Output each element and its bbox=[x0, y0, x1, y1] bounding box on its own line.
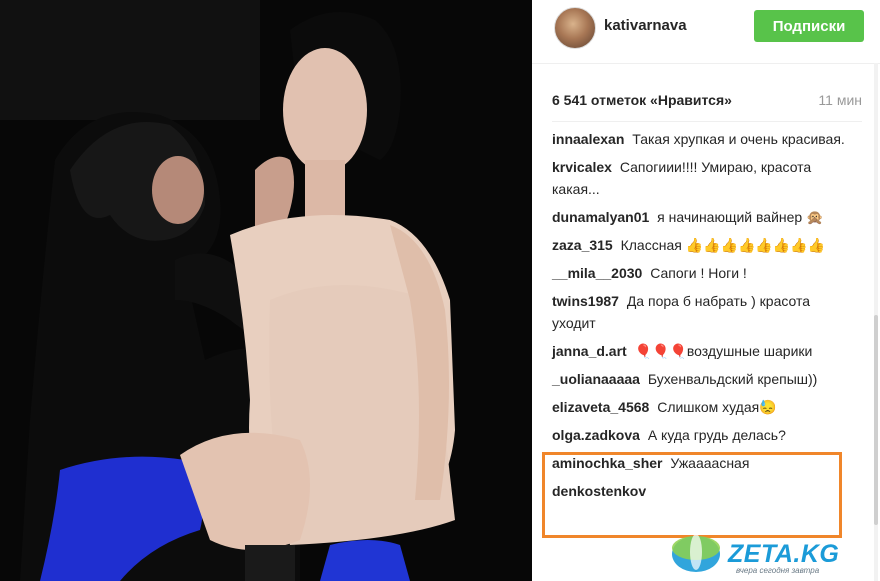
post-time[interactable]: 11 мин bbox=[818, 92, 862, 108]
comment-text: Бухенвальдский крепыш)) bbox=[647, 371, 818, 387]
divider bbox=[552, 121, 862, 122]
comment-user[interactable]: krvicalex bbox=[552, 159, 612, 175]
comment-user[interactable]: twins1987 bbox=[552, 293, 619, 309]
comment-item: twins1987 Да пора б набрать ) красота ух… bbox=[552, 290, 852, 334]
comment-list: innaalexan Такая хрупкая и очень красива… bbox=[552, 128, 852, 508]
post-photo[interactable] bbox=[0, 0, 532, 581]
comment-user[interactable]: zaza_315 bbox=[552, 237, 613, 253]
comment-item: dunamalyan01 я начинающий вайнер 🙊 bbox=[552, 206, 852, 228]
comment-item: elizaveta_4568 Слишком худая😓 bbox=[552, 396, 852, 418]
comment-item: _uolianaaaaa Бухенвальдский крепыш)) bbox=[552, 368, 852, 390]
comment-text: я начинающий вайнер 🙊 bbox=[657, 209, 824, 225]
comment-text: Слишком худая😓 bbox=[657, 399, 777, 415]
globe-icon bbox=[672, 534, 720, 572]
post-header: kativarnava Подписки bbox=[532, 0, 880, 64]
comment-user[interactable]: _uolianaaaaa bbox=[552, 371, 640, 387]
scrollbar-thumb[interactable] bbox=[874, 315, 878, 525]
photo-image bbox=[0, 0, 532, 581]
comment-user[interactable]: __mila__2030 bbox=[552, 265, 642, 281]
username[interactable]: kativarnava bbox=[604, 17, 687, 34]
comment-item: innaalexan Такая хрупкая и очень красива… bbox=[552, 128, 852, 150]
comment-text: Такая хрупкая и очень красивая. bbox=[632, 131, 845, 147]
avatar[interactable] bbox=[554, 7, 596, 49]
like-count[interactable]: 6 541 отметок «Нравится» bbox=[552, 92, 732, 108]
comment-user[interactable]: dunamalyan01 bbox=[552, 209, 649, 225]
comment-user[interactable]: olga.zadkova bbox=[552, 427, 640, 443]
comment-item: olga.zadkova А куда грудь делась? bbox=[552, 424, 852, 446]
watermark-brand: ZETA.KG bbox=[728, 540, 840, 568]
comment-user[interactable]: elizaveta_4568 bbox=[552, 399, 649, 415]
follow-button[interactable]: Подписки bbox=[754, 10, 864, 42]
comment-text: Классная 👍👍👍👍👍👍👍👍 bbox=[620, 237, 826, 253]
comment-text: Сапоги ! Ноги ! bbox=[650, 265, 747, 281]
comment-item: krvicalex Сапогиии!!!! Умираю, красота к… bbox=[552, 156, 852, 200]
watermark: ZETA.KG вчера сегодня завтра bbox=[660, 526, 878, 580]
comment-item: __mila__2030 Сапоги ! Ноги ! bbox=[552, 262, 852, 284]
comment-text: 🎈🎈🎈воздушные шарики bbox=[634, 343, 813, 359]
comment-item: zaza_315 Классная 👍👍👍👍👍👍👍👍 bbox=[552, 234, 852, 256]
comment-text: А куда грудь делась? bbox=[647, 427, 786, 443]
watermark-tagline: вчера сегодня завтра bbox=[736, 566, 820, 575]
comment-item: janna_d.art 🎈🎈🎈воздушные шарики bbox=[552, 340, 852, 362]
comment-user[interactable]: janna_d.art bbox=[552, 343, 627, 359]
comment-user[interactable]: innaalexan bbox=[552, 131, 624, 147]
